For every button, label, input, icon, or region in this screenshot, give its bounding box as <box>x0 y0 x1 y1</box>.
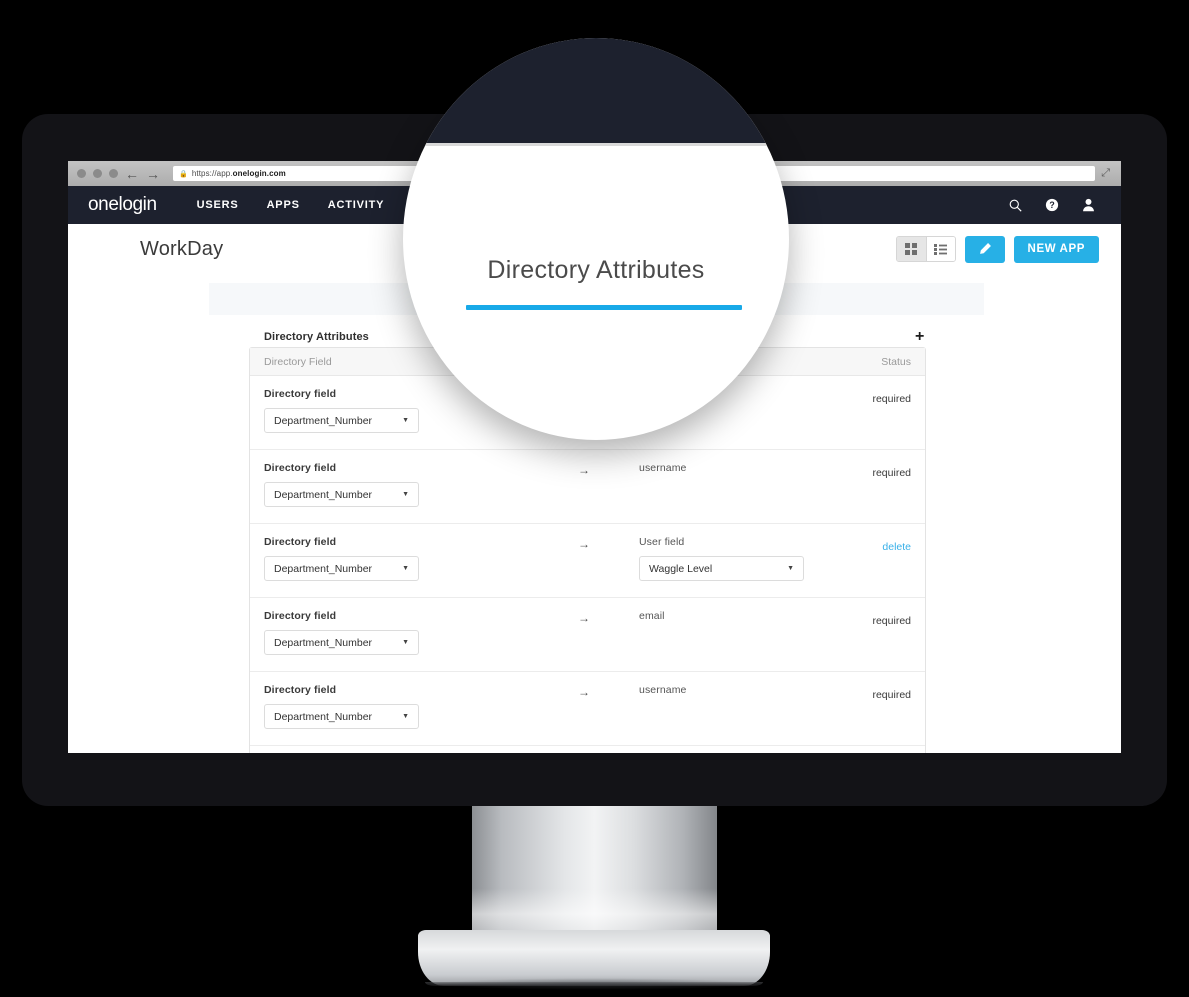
mapping-arrow-cell: → <box>529 610 639 625</box>
directory-field-select[interactable]: Department_Number ▼ <box>264 482 419 507</box>
table-row: Directory field Department_Number ▼ → us… <box>250 672 925 746</box>
user-field-label: username <box>639 462 687 474</box>
directory-field-select[interactable]: Department_Number ▼ <box>264 704 419 729</box>
directory-field-cell: Directory field Department_Number ▼ <box>264 462 529 507</box>
onelogin-logo[interactable]: onelogin <box>88 194 157 216</box>
mapping-arrow-cell: → <box>529 536 639 551</box>
table-row: Directory field Department_Number ▼ → Us… <box>250 746 925 753</box>
user-field-label: username <box>639 684 687 696</box>
user-field-cell: email <box>639 610 845 630</box>
grid-view-icon[interactable] <box>896 237 926 261</box>
edit-button[interactable] <box>964 235 1005 263</box>
directory-field-value: Department_Number <box>274 636 373 649</box>
chevron-down-icon: ▼ <box>402 639 409 646</box>
directory-field-value: Department_Number <box>274 710 373 723</box>
directory-field-label: Directory field <box>264 610 337 622</box>
window-minimize-dot[interactable] <box>93 169 102 178</box>
table-row: Directory field Department_Number ▼ → Us… <box>250 524 925 598</box>
chevron-down-icon: ▼ <box>402 565 409 572</box>
user-field-select[interactable]: Waggle Level ▼ <box>639 556 804 581</box>
list-view-icon[interactable] <box>925 237 955 261</box>
directory-field-value: Department_Number <box>274 488 373 501</box>
chevron-down-icon: ▼ <box>402 713 409 720</box>
page-title: WorkDay <box>140 237 224 260</box>
delete-link[interactable]: delete <box>882 541 911 553</box>
add-attribute-icon[interactable]: + <box>915 329 924 345</box>
directory-field-select[interactable]: Department_Number ▼ <box>264 630 419 655</box>
directory-field-label: Directory field <box>264 536 337 548</box>
arrow-right-icon: → <box>578 537 590 551</box>
url-prefix: https://app. <box>191 169 233 178</box>
nav-item-activity[interactable]: ACTIVITY <box>328 199 385 211</box>
arrow-right-icon: → <box>578 611 590 625</box>
forward-icon[interactable]: → <box>146 167 160 181</box>
table-row: Directory field Department_Number ▼ → em… <box>250 598 925 672</box>
magnified-nav-band <box>403 38 789 146</box>
directory-field-cell: Directory field Department_Number ▼ <box>264 684 529 729</box>
column-header-directory-field: Directory Field <box>264 355 332 368</box>
status-cell: required <box>845 388 911 407</box>
chevron-down-icon: ▼ <box>402 417 409 424</box>
status-cell: required <box>845 684 911 703</box>
arrow-right-icon: → <box>578 463 590 477</box>
status-cell: required <box>845 462 911 481</box>
user-field-cell: username <box>639 462 845 482</box>
lock-icon: 🔒 <box>179 170 188 178</box>
magnified-tab-title: Directory Attributes <box>487 256 705 284</box>
help-icon[interactable]: ? <box>1045 198 1059 212</box>
user-field-label: User field <box>639 536 685 548</box>
directory-field-value: Department_Number <box>274 562 373 575</box>
table-row: Directory field Department_Number ▼ → us… <box>250 450 925 524</box>
monitor-stand-shadow <box>430 978 760 990</box>
directory-field-label: Directory field <box>264 462 337 474</box>
nav-item-users[interactable]: USERS <box>197 199 239 211</box>
directory-field-select[interactable]: Department_Number ▼ <box>264 556 419 581</box>
user-account-icon[interactable] <box>1082 198 1095 212</box>
mapping-arrow-cell: → <box>529 684 639 699</box>
directory-field-label: Directory field <box>264 684 337 696</box>
search-icon[interactable] <box>1009 199 1022 212</box>
user-field-cell: username <box>639 684 845 704</box>
back-icon[interactable]: ← <box>125 167 139 181</box>
page-header-actions: NEW APP <box>895 235 1099 263</box>
section-title: Directory Attributes <box>264 331 369 343</box>
directory-field-value: Department_Number <box>274 414 373 427</box>
new-app-button[interactable]: NEW APP <box>1013 235 1099 263</box>
status-badge: required <box>872 393 911 405</box>
magnified-tab-underline <box>466 305 742 310</box>
directory-field-cell: Directory field Department_Number ▼ <box>264 610 529 655</box>
window-close-dot[interactable] <box>77 169 86 178</box>
svg-text:?: ? <box>1049 200 1054 210</box>
user-field-label: email <box>639 610 665 622</box>
status-cell: required <box>845 610 911 629</box>
expand-icon[interactable]: ⤢ <box>1101 167 1112 180</box>
directory-field-select[interactable]: Department_Number ▼ <box>264 408 419 433</box>
nav-item-apps[interactable]: APPS <box>267 199 300 211</box>
status-badge: required <box>872 615 911 627</box>
window-maximize-dot[interactable] <box>109 169 118 178</box>
directory-field-cell: Directory field Department_Number ▼ <box>264 536 529 581</box>
status-cell: delete <box>845 536 911 555</box>
chevron-down-icon: ▼ <box>402 491 409 498</box>
status-badge: required <box>872 467 911 479</box>
nav-right-icons: ? <box>1009 198 1101 212</box>
product-hero-image: ← → 🔒 https://app. onelogin.com ⤢ onelogi… <box>0 0 1189 997</box>
chevron-down-icon: ▼ <box>787 565 794 572</box>
mapping-arrow-cell: → <box>529 462 639 477</box>
user-field-value: Waggle Level <box>649 562 713 575</box>
status-badge: required <box>872 689 911 701</box>
magnifier-lens: Directory Attributes <box>403 38 789 440</box>
url-domain: onelogin.com <box>232 169 286 178</box>
user-field-cell: User field Waggle Level ▼ <box>639 536 845 581</box>
view-mode-toggle <box>895 236 956 262</box>
column-header-status: Status <box>881 355 911 368</box>
pencil-icon <box>979 243 991 254</box>
arrow-right-icon: → <box>578 685 590 699</box>
